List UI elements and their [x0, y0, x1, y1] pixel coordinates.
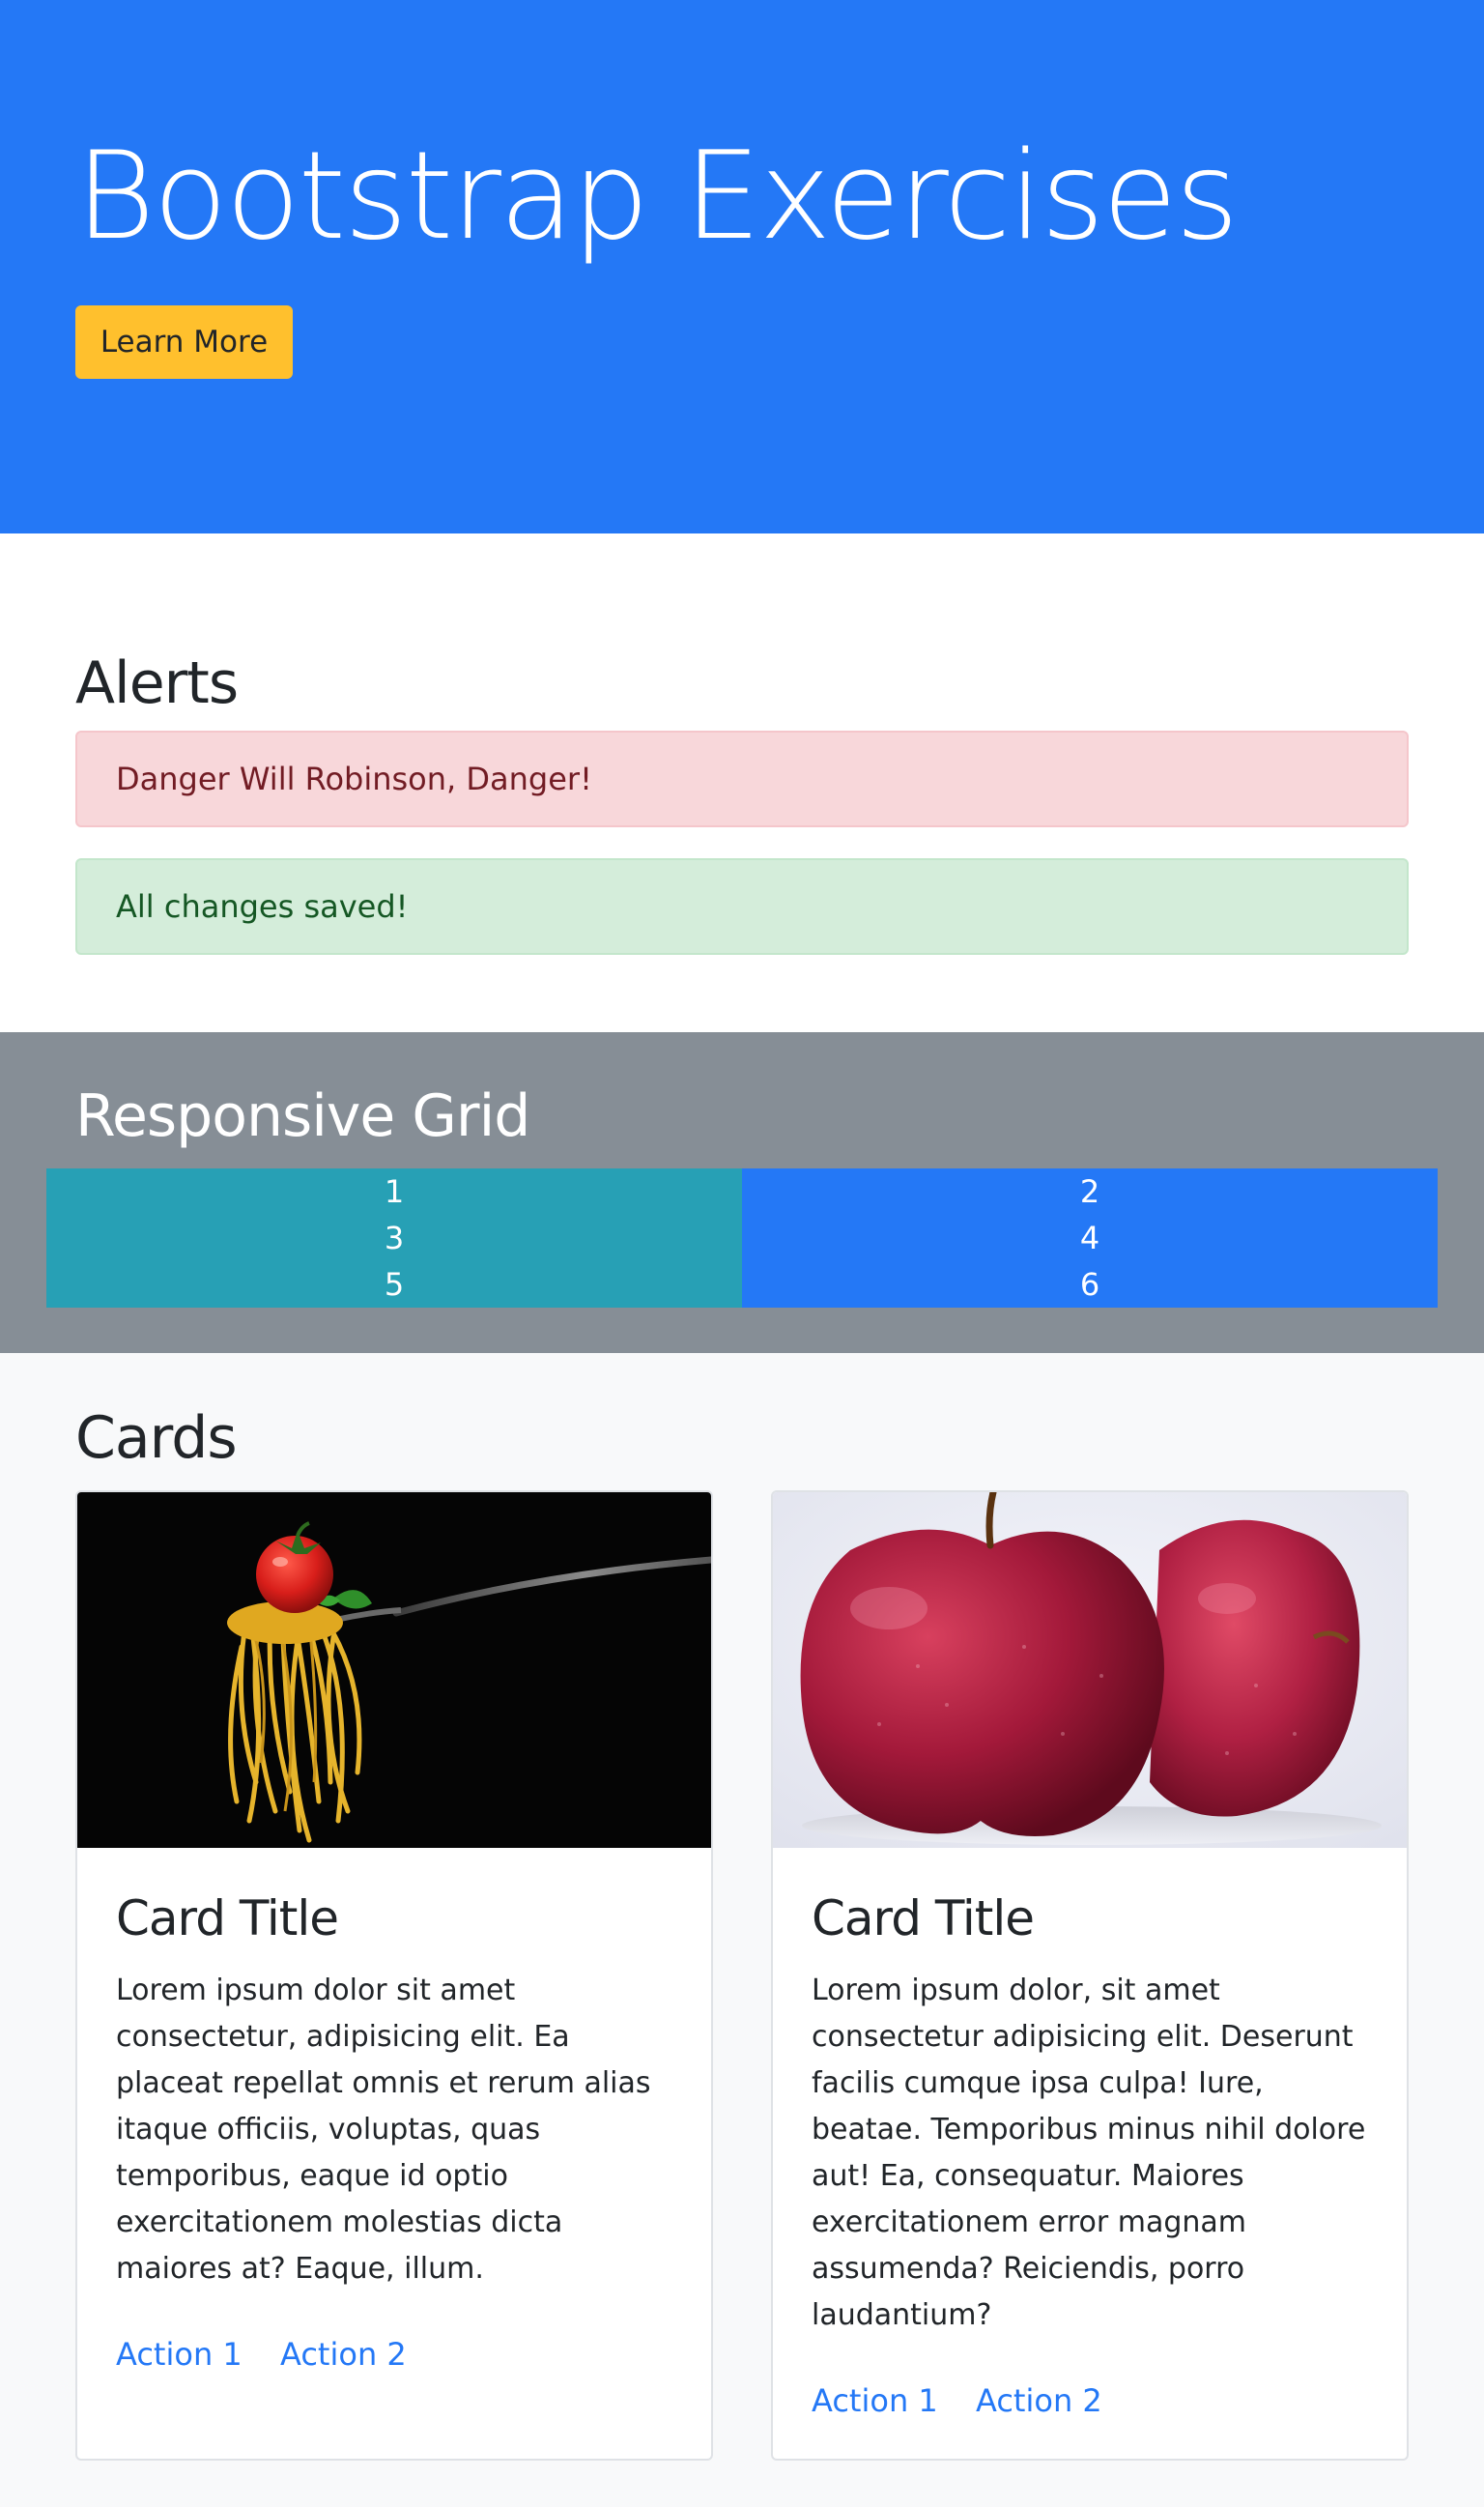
alerts-heading: Alerts [75, 649, 239, 717]
grid-column-left: 1 3 5 [46, 1168, 742, 1308]
responsive-grid-section: Responsive Grid 1 3 5 2 4 6 [0, 1032, 1484, 1353]
card-action-1-link[interactable]: Action 1 [116, 2339, 243, 2370]
learn-more-button[interactable]: Learn More [75, 305, 293, 379]
card: Card Title Lorem ipsum dolor, sit amet c… [771, 1490, 1409, 2461]
cards-heading: Cards [75, 1404, 238, 1472]
grid-cell: 6 [1079, 1266, 1100, 1303]
card-title: Card Title [116, 1890, 339, 1946]
card-action-1-link[interactable]: Action 1 [812, 2385, 938, 2416]
page-title: Bootstrap Exercises [75, 125, 1239, 267]
card-text: Lorem ipsum dolor, sit amet consectetur … [812, 1974, 1366, 2332]
jumbotron: Bootstrap Exercises Learn More [0, 0, 1484, 533]
grid-cell: 3 [384, 1220, 405, 1256]
grid-cell: 5 [384, 1266, 405, 1303]
card-action-2-link[interactable]: Action 2 [976, 2385, 1102, 2416]
apples-image [773, 1492, 1407, 1848]
grid-cell: 1 [384, 1173, 405, 1210]
cards-section: Cards Card Title Lorem ipsum dolor sit a… [0, 1353, 1484, 2507]
grid-column-right: 2 4 6 [742, 1168, 1438, 1308]
grid-cell: 4 [1079, 1220, 1100, 1256]
danger-alert: Danger Will Robinson, Danger! [75, 731, 1409, 827]
responsive-grid-heading: Responsive Grid [75, 1082, 530, 1150]
card-text: Lorem ipsum dolor sit amet consectetur, … [116, 1974, 651, 2286]
spaghetti-image [77, 1492, 711, 1848]
card: Card Title Lorem ipsum dolor sit amet co… [75, 1490, 713, 2461]
card-title: Card Title [812, 1890, 1035, 1946]
grid-cell: 2 [1079, 1173, 1100, 1210]
card-action-2-link[interactable]: Action 2 [280, 2339, 407, 2370]
success-alert: All changes saved! [75, 858, 1409, 955]
